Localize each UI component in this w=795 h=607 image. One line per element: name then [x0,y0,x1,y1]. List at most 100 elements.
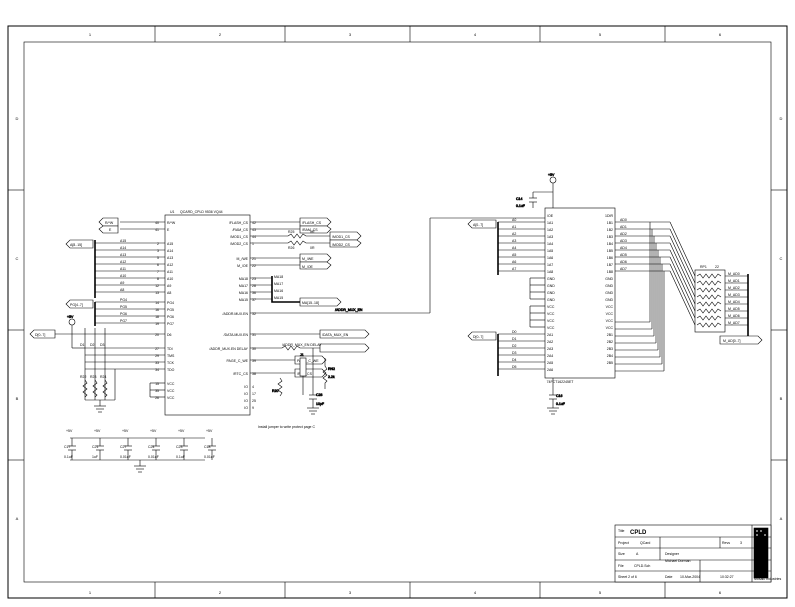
svg-text:/ADDR_MUX_EN: /ADDR_MUX_EN [335,308,363,312]
svg-text:A12: A12 [120,260,126,264]
svg-text:6: 6 [719,32,722,37]
svg-text:A4: A4 [512,246,516,250]
svg-text:3: 3 [740,541,742,545]
svg-text:MA18: MA18 [239,277,248,281]
svg-text:0R: 0R [310,246,315,250]
svg-text:B: B [16,396,19,401]
svg-text:A12: A12 [167,263,173,267]
svg-text:Designer: Designer [665,552,680,556]
svg-text:Title: Title [618,529,625,533]
svg-text:PG5: PG5 [120,305,127,309]
svg-text:A0: A0 [512,218,516,222]
svg-text:C21: C21 [92,445,98,449]
svg-text:A8: A8 [120,288,124,292]
svg-text:2B4: 2B4 [607,354,613,358]
svg-text:D: D [780,116,783,121]
svg-text:+5V: +5V [178,429,185,433]
svg-text:A11: A11 [167,270,173,274]
svg-text:GND: GND [605,284,613,288]
svg-text:/MOD2_CS: /MOD2_CS [230,242,249,246]
svg-text:PG4: PG4 [167,301,174,305]
svg-text:5: 5 [599,32,602,37]
svg-text:2B5: 2B5 [607,361,613,365]
svg-text:Date: Date [665,575,672,579]
svg-text:CPLD: CPLD [630,530,647,536]
svg-text:A14: A14 [167,249,173,253]
svg-text:A10: A10 [120,274,126,278]
svg-text:6: 6 [157,263,159,267]
svg-text:1B6: 1B6 [607,256,613,260]
svg-text:TDO: TDO [167,368,175,372]
svg-text:VCC: VCC [167,396,175,400]
rp1: RP1 22 [695,265,725,332]
svg-text:/DATA_MUX_EN: /DATA_MUX_EN [322,333,349,337]
svg-text:AD3: AD3 [620,239,627,243]
svg-text:R/*W: R/*W [105,221,114,225]
svg-text:IO: IO [244,385,248,389]
svg-text:39: 39 [252,359,256,363]
svg-text:3: 3 [349,32,352,37]
svg-text:TMS: TMS [167,354,175,358]
svg-text:M_/OE: M_/OE [302,265,314,269]
svg-text:4: 4 [252,385,254,389]
svg-text:A6: A6 [512,260,516,264]
svg-text:PG6: PG6 [167,315,174,319]
svg-text:A5: A5 [512,253,516,257]
svg-text:0.1uF: 0.1uF [556,402,565,406]
svg-text:2A1: 2A1 [547,333,553,337]
title-block: Title CPLD Project QCard Revs 3 Size A D… [615,525,781,582]
svg-text:1A5: 1A5 [547,249,553,253]
svg-text:M_AD[0..7]: M_AD[0..7] [723,339,741,343]
svg-text:2A2: 2A2 [547,340,553,344]
svg-text:R22: R22 [80,375,86,379]
svg-text:A: A [16,516,19,521]
svg-text:AD0: AD0 [620,218,627,222]
svg-text:35: 35 [155,389,159,393]
svg-text:Revs: Revs [722,541,730,545]
svg-text:2A5: 2A5 [547,361,553,365]
svg-text:A9: A9 [120,281,124,285]
svg-text:AD1: AD1 [620,225,627,229]
svg-text:AD4: AD4 [620,246,627,250]
svg-text:0.1uF: 0.1uF [64,455,73,459]
svg-text:Sheet 2 of 6: Sheet 2 of 6 [618,575,637,579]
svg-text:44: 44 [252,235,256,239]
svg-text:C23: C23 [176,445,182,449]
svg-text:10-Mar-2004: 10-Mar-2004 [680,575,700,579]
svg-text:AD6: AD6 [620,260,627,264]
svg-text:RN2: RN2 [328,367,335,371]
svg-text:C24: C24 [148,445,154,449]
svg-text:2A6: 2A6 [547,368,553,372]
svg-text:/MOD1_CS: /MOD1_CS [332,235,351,239]
svg-text:+5V: +5V [150,429,157,433]
svg-text:GND: GND [605,298,613,302]
svg-text:/MOD2_CS: /MOD2_CS [332,243,351,247]
svg-text:RP1: RP1 [700,265,707,269]
svg-text:C17: C17 [64,445,70,449]
svg-text:VCC: VCC [606,312,614,316]
svg-text:File: File [618,564,624,568]
svg-text:17: 17 [252,392,256,396]
svg-text:36: 36 [252,291,256,295]
svg-text:13: 13 [155,291,159,295]
svg-text:M_AD6: M_AD6 [728,314,740,318]
svg-text:1A6: 1A6 [547,256,553,260]
svg-text:0.1uF: 0.1uF [176,455,185,459]
svg-text:R25: R25 [288,230,294,234]
jtag-network: +5V [67,315,115,412]
svg-text:+5V: +5V [206,429,213,433]
svg-text:VCC: VCC [606,305,614,309]
left-wires [40,222,165,397]
svg-text:1B8: 1B8 [607,270,613,274]
svg-text:A: A [780,516,783,521]
svg-text:C: C [16,256,19,261]
svg-text:M_AD7: M_AD7 [728,321,740,325]
svg-text:43: 43 [252,228,256,232]
svg-text:VCC: VCC [547,312,555,316]
svg-text:14: 14 [155,301,159,305]
svg-text:A7: A7 [512,267,516,271]
svg-text:C: C [780,256,783,261]
svg-text:M_AD0: M_AD0 [728,272,740,276]
svg-text:Mosaic Industries: Mosaic Industries [754,577,781,581]
svg-text:PG7: PG7 [167,322,174,326]
